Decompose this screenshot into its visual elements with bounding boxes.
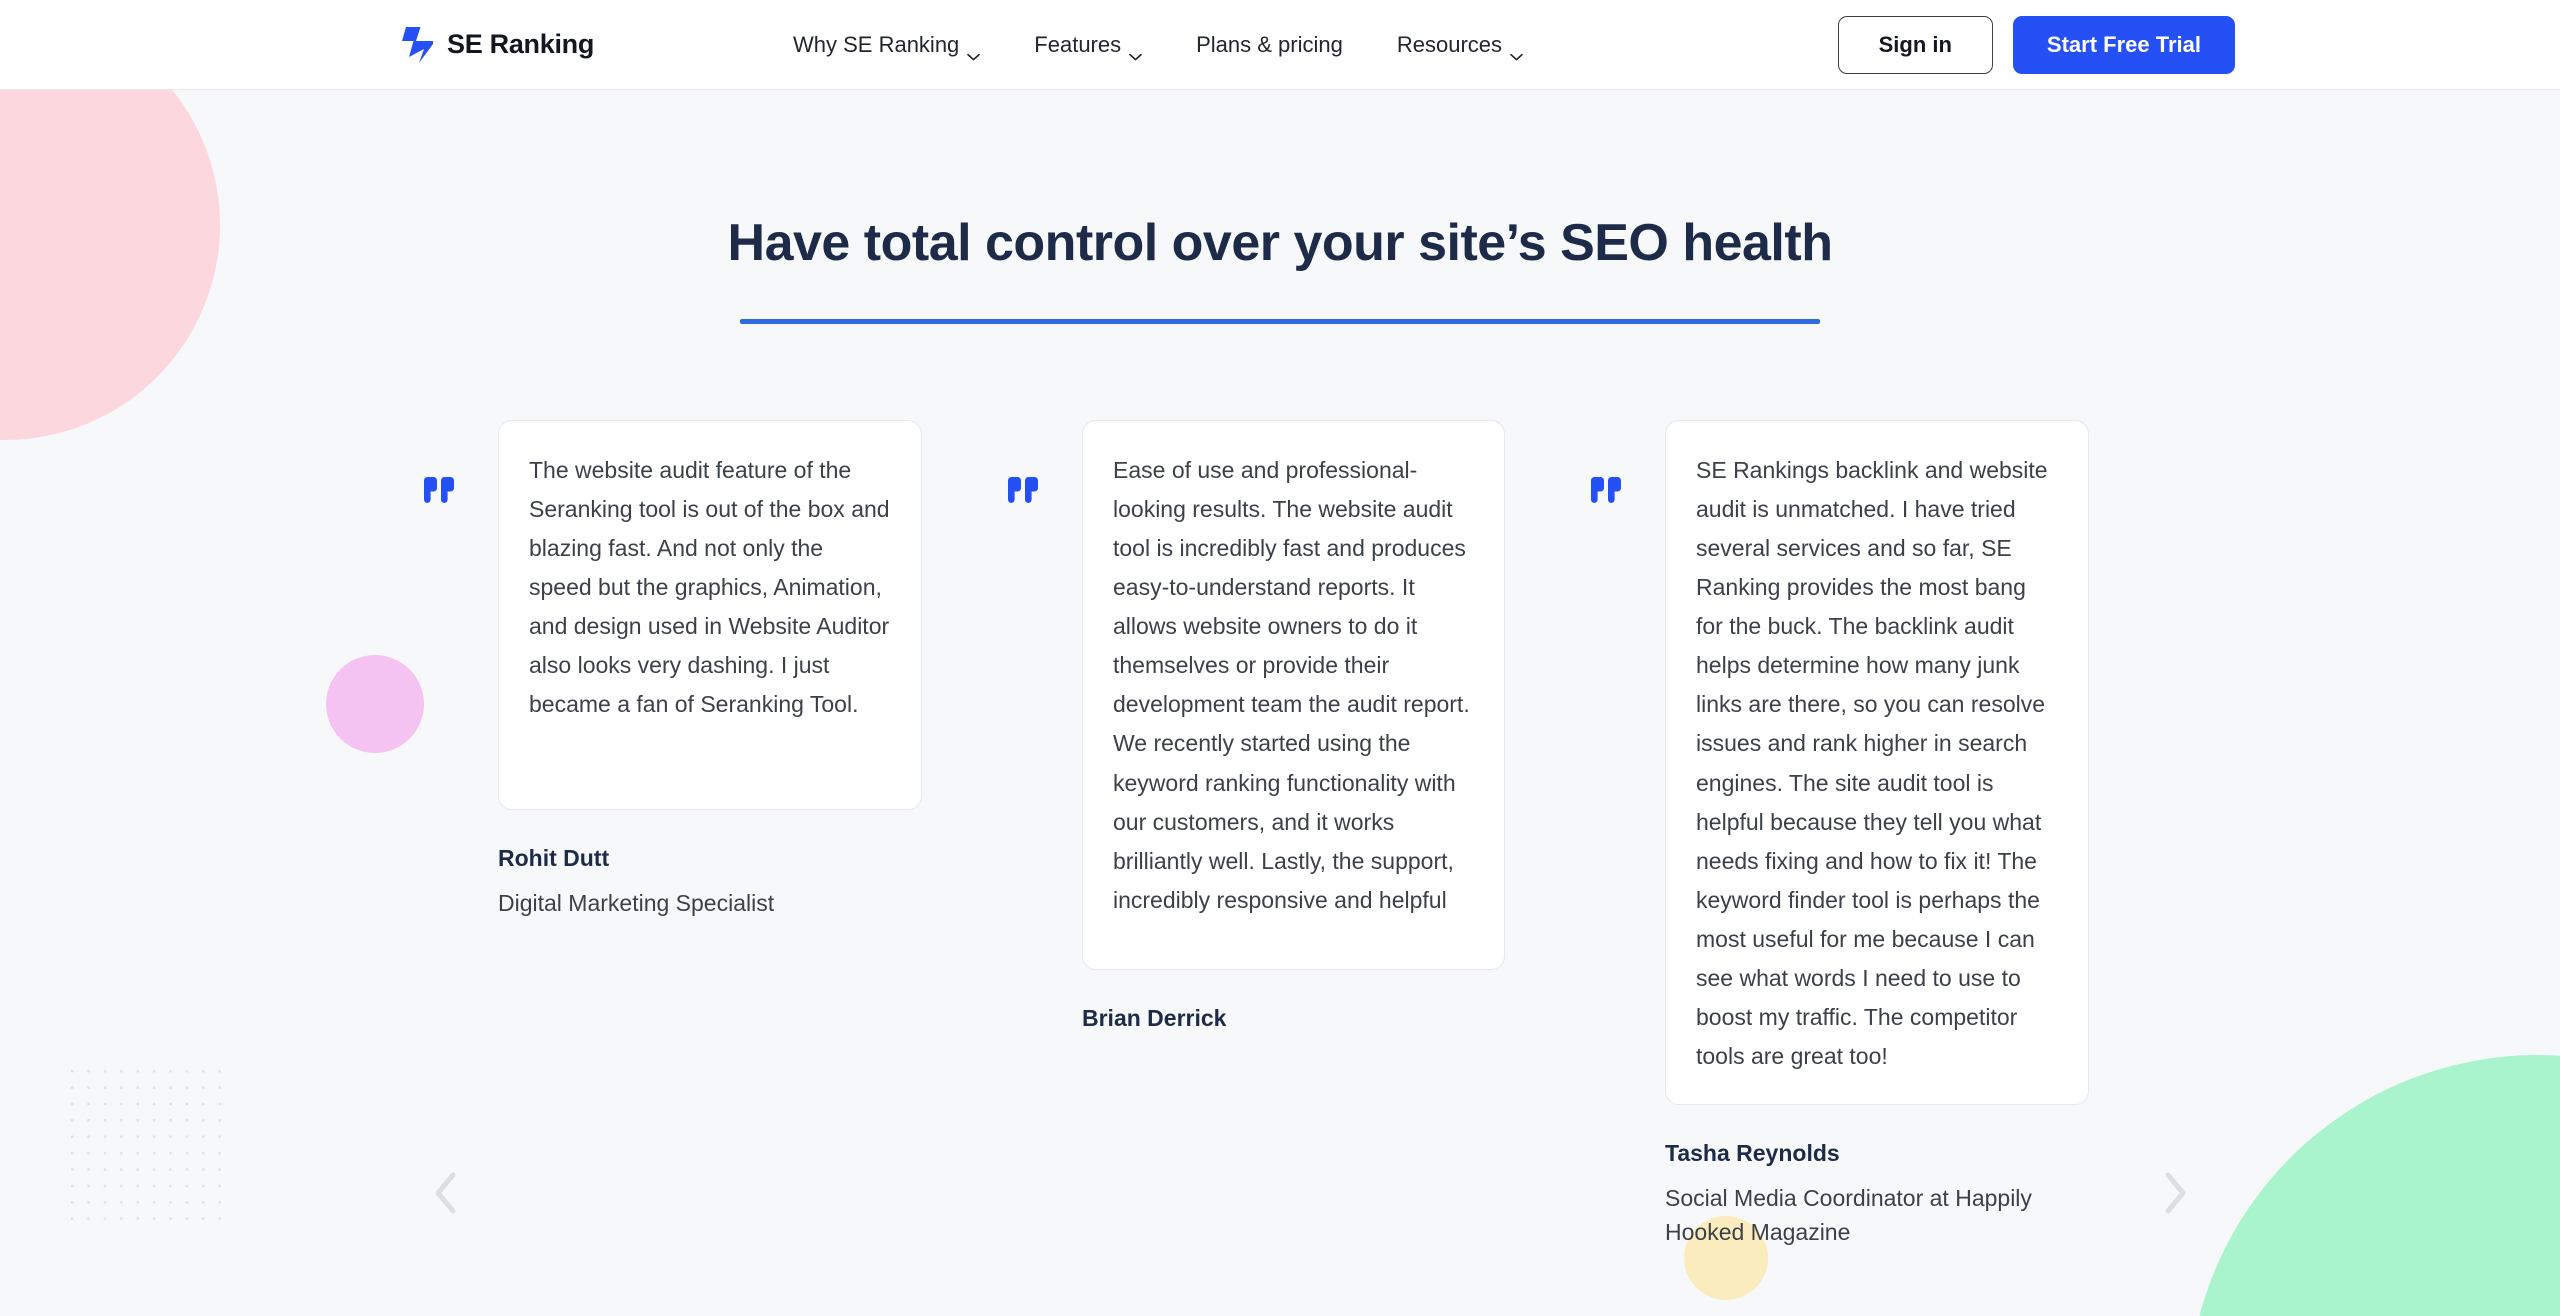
logo[interactable]: SE Ranking (400, 26, 595, 63)
nav-item-features[interactable]: Features (1034, 31, 1142, 60)
nav-item-label: Features (1034, 31, 1122, 57)
author-role: Digital Marketing Specialist (498, 889, 775, 916)
quotation-mark-icon (1591, 476, 1621, 503)
testimonial-slide: The website audit feature of the Seranki… (424, 419, 922, 921)
nav-item-resources[interactable]: Resources (1396, 31, 1523, 60)
quotation-mark-icon (1008, 476, 1038, 503)
nav-item-why-se-ranking[interactable]: Why SE Ranking (793, 31, 981, 60)
author-name: Rohit Dutt (498, 844, 610, 871)
sign-in-button[interactable]: Sign in (1837, 15, 1993, 74)
start-free-trial-button[interactable]: Start Free Trial (2012, 15, 2235, 74)
testimonials-carousel: The website audit feature of the Seranki… (0, 419, 2560, 1245)
se-ranking-bolt-logo-icon (400, 26, 434, 63)
testimonial-author: Rohit Dutt Digital Marketing Specialist (498, 842, 922, 921)
title-underline-rule (740, 318, 1820, 324)
author-name: Tasha Reynolds (1665, 1139, 1840, 1166)
chevron-down-icon (967, 41, 981, 60)
nav-item-plans-pricing[interactable]: Plans & pricing (1196, 32, 1343, 58)
site-header: SE Ranking Why SE Ranking Features Plans… (0, 0, 2560, 90)
nav-item-label: Resources (1396, 31, 1503, 57)
testimonial-author: Tasha Reynolds Social Media Coordinator … (1665, 1137, 2089, 1250)
testimonial-quote: The website audit feature of the Seranki… (529, 456, 890, 718)
testimonial-card: SE Rankings backlink and website audit i… (1665, 419, 2089, 1105)
chevron-down-icon (1510, 41, 1523, 60)
author-name: Brian Derrick (1082, 1004, 1227, 1031)
nav-item-label: Why SE Ranking (793, 31, 960, 57)
testimonial-author: Brian Derrick (1082, 1002, 1505, 1034)
main-navigation: Why SE Ranking Features Plans & pricing … (793, 31, 1523, 60)
testimonial-quote: SE Rankings backlink and website audit i… (1696, 456, 2048, 1070)
testimonial-card: The website audit feature of the Seranki… (498, 419, 922, 810)
logo-text: SE Ranking (447, 29, 595, 59)
chevron-down-icon (1129, 41, 1142, 60)
header-actions: Sign in Start Free Trial (1837, 15, 2235, 74)
page-title: Have total control over your site’s SEO … (727, 214, 1833, 272)
quotation-mark-icon (424, 476, 454, 503)
testimonial-slide: Ease of use and professional-looking res… (1008, 419, 1505, 1046)
author-role: Social Media Coordinator at Happily Hook… (1665, 1184, 2032, 1246)
testimonial-quote: Ease of use and professional-looking res… (1113, 456, 1470, 913)
testimonial-card: Ease of use and professional-looking res… (1082, 419, 1505, 970)
testimonial-slide: SE Rankings backlink and website audit i… (1591, 419, 2089, 1250)
main-content: Have total control over your site’s SEO … (0, 90, 2560, 1245)
nav-item-label: Plans & pricing (1196, 31, 1343, 57)
carousel-slides: The website audit feature of the Seranki… (0, 419, 2560, 1245)
